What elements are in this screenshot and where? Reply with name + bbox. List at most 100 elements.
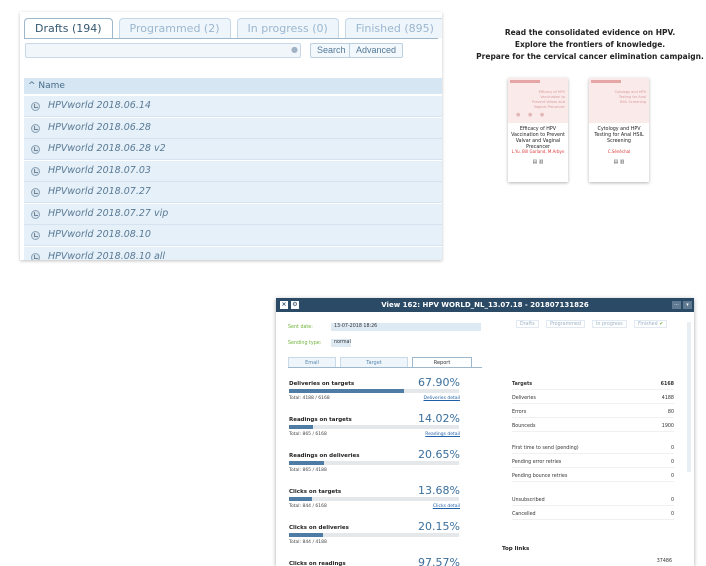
- metric-block: Clicks on readings 97.57%: [288, 556, 460, 566]
- stat-label: First time to send (pending): [512, 446, 579, 451]
- draft-icon: [31, 145, 40, 154]
- list-item[interactable]: HPVworld 2018.08.10 all: [24, 246, 442, 261]
- metric-progress-fill: [289, 425, 313, 429]
- stat-row: Targets 6168: [512, 380, 674, 390]
- stat-label: Targets: [512, 382, 533, 387]
- metric-total: Total: 865 / 4188: [289, 468, 327, 473]
- draft-icon: [31, 231, 40, 240]
- stat-value: 0: [670, 460, 674, 465]
- draft-icon: [31, 102, 40, 111]
- search-row: ● Search Advanced: [25, 43, 435, 61]
- metric-percent: 67.90%: [418, 376, 460, 389]
- metric-total: Total: 844 / 6168: [289, 504, 327, 509]
- sending-type-value: normal: [331, 339, 351, 347]
- card-action-icons[interactable]: ▤ ▥: [508, 159, 568, 165]
- list-item[interactable]: HPVworld 2018.07.03: [24, 160, 442, 182]
- close-icon[interactable]: ×: [280, 301, 288, 309]
- draft-icon: [31, 123, 40, 133]
- card-authors: C.Sénéchal: [607, 149, 631, 154]
- metric-detail-link[interactable]: Clicks detail: [433, 504, 460, 509]
- name-column-header[interactable]: ^ Name: [24, 78, 442, 94]
- draft-icon: [31, 209, 40, 219]
- check-icon: ✔: [659, 322, 664, 327]
- list-item-label: HPVworld 2018.08.10 all: [48, 250, 166, 261]
- tab-divider: [24, 38, 438, 39]
- stat-label: Errors: [512, 410, 527, 415]
- tab-in-progress[interactable]: In progress (0): [236, 18, 339, 38]
- list-item[interactable]: HPVworld 2018.06.28: [24, 117, 442, 139]
- metric-percent: 20.15%: [418, 520, 460, 533]
- publication-card-2[interactable]: Cytology and HPV Testing for Anal HSIL S…: [589, 78, 649, 182]
- sent-date-value: 13-07-2018 18:26: [331, 323, 481, 331]
- draft-icon: [31, 188, 40, 197]
- tab-finished[interactable]: Finished (895): [344, 18, 442, 38]
- stat-row: Pending bounce retries 0: [512, 472, 674, 482]
- stat-label: Pending bounce retries: [512, 474, 568, 479]
- card-action-icons[interactable]: ▤ ▥: [589, 159, 649, 165]
- clear-search-icon[interactable]: ●: [291, 45, 298, 54]
- list-item-label: HPVworld 2018.06.28: [48, 121, 151, 133]
- dialog-scrollbar[interactable]: [687, 322, 691, 472]
- promo-line-3: Prepare for the cervical cancer eliminat…: [476, 52, 704, 61]
- stat-row: Unsubscribed 0: [512, 496, 674, 506]
- metric-total: Total: 4188 / 6168: [289, 396, 330, 401]
- stat-row: Errors 80: [512, 408, 674, 418]
- tab-divider: [288, 367, 482, 368]
- metric-label: Readings on deliveries: [289, 453, 360, 459]
- dialog-title: View 162: HPV WORLD_NL_13.07.18 - 201807…: [276, 298, 694, 312]
- stat-value: 80: [667, 410, 674, 415]
- tab-programmed[interactable]: Programmed (2): [118, 18, 231, 38]
- metric-percent: 14.02%: [418, 412, 460, 425]
- tab-email[interactable]: Email: [288, 357, 336, 367]
- stat-row: Bounceds 1900: [512, 422, 674, 432]
- list-item[interactable]: HPVworld 2018.06.28 v2: [24, 139, 442, 160]
- status-drafts: Drafts: [516, 320, 539, 328]
- list-item[interactable]: HPVworld 2018.07.27 vip: [24, 203, 442, 225]
- metric-progress-fill: [289, 533, 324, 537]
- metric-detail-link[interactable]: Deliveries detail: [424, 396, 460, 401]
- status-finished: Finished ✔: [634, 320, 668, 328]
- metric-percent: 13.68%: [418, 484, 460, 497]
- card-thumbnail: Cytology and HPV Testing for Anal HSIL S…: [589, 78, 649, 123]
- list-item-label: HPVworld 2018.06.14: [48, 100, 151, 111]
- metric-progress-fill: [289, 461, 325, 465]
- metric-detail-link[interactable]: Readings detail: [425, 432, 460, 437]
- stat-value: 6168: [660, 382, 674, 387]
- stat-row: Cancelled 0: [512, 510, 674, 520]
- list-item-label: HPVworld 2018.07.27 vip: [48, 207, 169, 219]
- list-item[interactable]: HPVworld 2018.06.14: [24, 96, 442, 117]
- metric-percent: 97.57%: [418, 556, 460, 566]
- chevron-down-icon[interactable]: ▾: [683, 301, 692, 309]
- list-item-label: HPVworld 2018.08.10: [48, 229, 151, 240]
- metric-percent: 20.65%: [418, 448, 460, 461]
- more-icon[interactable]: ···: [672, 301, 681, 309]
- search-input[interactable]: [25, 43, 301, 58]
- card-title: Efficacy of HPV Vaccination to Prevent V…: [511, 127, 565, 150]
- metric-block: Clicks on targets 13.68% Total: 844 / 6168…: [288, 484, 460, 520]
- card-title: Cytology and HPV Testing for Anal HSIL S…: [594, 127, 644, 144]
- metric-label: Clicks on deliveries: [289, 525, 349, 531]
- promo-line-2: Explore the frontiers of knowledge.: [514, 40, 666, 49]
- advanced-button[interactable]: Advanced: [349, 43, 404, 58]
- metric-total: Total: 844 / 4188: [289, 540, 327, 545]
- stat-label: Bounceds: [512, 424, 536, 429]
- draft-icon: [31, 252, 40, 260]
- list-item[interactable]: HPVworld 2018.08.10: [24, 225, 442, 246]
- tab-drafts[interactable]: Drafts (194): [24, 18, 113, 38]
- publication-card-1[interactable]: Efficacy of HPV Vaccination to Prevent V…: [508, 78, 568, 182]
- status-in-progress: In progress: [592, 320, 627, 328]
- tab-target[interactable]: Target: [340, 357, 408, 367]
- metric-label: Clicks on readings: [289, 561, 346, 566]
- metric-label: Deliveries on targets: [289, 381, 355, 387]
- gear-icon[interactable]: ⚙: [291, 301, 299, 309]
- stat-row: First time to send (pending) 0: [512, 444, 674, 454]
- card-authors: L.Yu. Bill Garland, M.Arbyn: [511, 149, 565, 154]
- tab-report[interactable]: Report: [412, 357, 472, 367]
- list-item-label: HPVworld 2018.07.03: [48, 164, 151, 176]
- search-button[interactable]: Search: [310, 43, 353, 58]
- sent-date-label: Sent date:: [288, 325, 313, 330]
- list-item[interactable]: HPVworld 2018.07.27: [24, 182, 442, 203]
- status-finished-label: Finished: [638, 322, 658, 327]
- stat-label: Deliveries: [512, 396, 536, 401]
- metric-label: Readings on targets: [289, 417, 352, 423]
